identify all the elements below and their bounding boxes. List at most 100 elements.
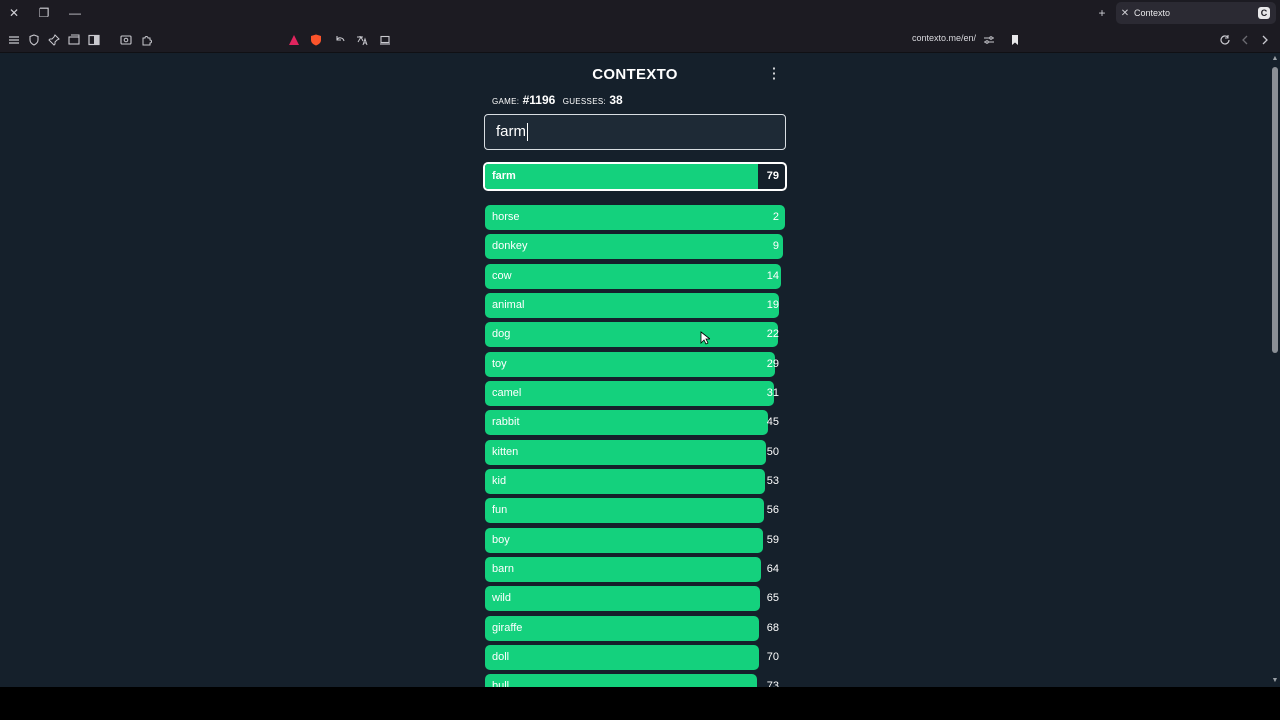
- undo-icon[interactable]: [332, 32, 348, 48]
- site-settings-icon[interactable]: [981, 32, 997, 48]
- guess-rank: 31: [766, 386, 779, 399]
- guess-rank: 50: [766, 445, 779, 458]
- tabs-icon[interactable]: [66, 32, 82, 48]
- guess-similarity-bar: [485, 439, 767, 465]
- guess-input-value: farm: [496, 123, 526, 140]
- guess-rank: 73: [766, 680, 779, 687]
- guess-word: donkey: [492, 240, 528, 253]
- sidebar-icon[interactable]: [86, 32, 102, 48]
- guess-similarity-bar: [485, 351, 775, 377]
- last-guess-rank: 79: [766, 170, 779, 182]
- guess-rank: 59: [766, 533, 779, 546]
- page-scrollbar[interactable]: ▲ ▼: [1270, 53, 1280, 687]
- guess-word: rabbit: [492, 416, 520, 429]
- laptop-icon[interactable]: [377, 32, 393, 48]
- text-cursor: [527, 123, 528, 142]
- page-title: CONTEXTO: [592, 66, 678, 83]
- guess-word: cow: [492, 269, 512, 282]
- guess-similarity-bar: [485, 615, 760, 641]
- back-icon[interactable]: [1237, 32, 1253, 48]
- guess-row: boy 59: [485, 527, 785, 553]
- game-number: #1196: [522, 93, 556, 107]
- capture-icon[interactable]: [118, 32, 134, 48]
- guess-row: wild 65: [485, 586, 785, 612]
- minimize-window-icon[interactable]: —: [65, 4, 85, 22]
- guess-row: kitten 50: [485, 439, 785, 465]
- forward-icon[interactable]: [1257, 32, 1273, 48]
- guess-rank: 56: [766, 504, 779, 517]
- guess-word: giraffe: [492, 621, 523, 634]
- tab-close-icon[interactable]: ✕: [1116, 8, 1134, 19]
- guess-word: doll: [492, 650, 510, 663]
- guess-row: donkey 9: [485, 234, 785, 260]
- guess-row: barn 64: [485, 556, 785, 582]
- close-window-icon[interactable]: ✕: [4, 4, 24, 22]
- scrollbar-thumb[interactable]: [1272, 67, 1278, 353]
- pin-icon[interactable]: [46, 32, 62, 48]
- guess-row: camel 31: [485, 380, 785, 406]
- tab-favicon-icon: C: [1258, 7, 1270, 19]
- scroll-down-icon[interactable]: ▼: [1271, 677, 1279, 685]
- guess-word: bull: [492, 680, 510, 687]
- guess-word: camel: [492, 386, 522, 399]
- address-bar[interactable]: contexto.me/en/: [880, 33, 976, 47]
- restore-window-icon[interactable]: ❐: [34, 4, 54, 22]
- translate-icon[interactable]: [354, 32, 370, 48]
- guess-word: animal: [492, 298, 525, 311]
- guess-word: dog: [492, 328, 511, 341]
- rewards-icon[interactable]: [286, 32, 302, 48]
- guess-rank: 70: [766, 650, 779, 663]
- guess-word: wild: [492, 592, 511, 605]
- last-guess-row: farm 79: [483, 162, 787, 191]
- guess-word: toy: [492, 357, 507, 370]
- guess-rank: 9: [772, 240, 779, 253]
- browser-toolbar: contexto.me/en/: [0, 27, 1280, 53]
- guess-word: horse: [492, 211, 520, 223]
- guess-similarity-bar: [485, 410, 769, 436]
- guess-list: horse 2 donkey 9 cow 14 animal 19 dog 22 toy 29 came…: [485, 205, 785, 687]
- guesses-count: 38: [609, 93, 623, 107]
- last-guess-bar: [485, 164, 758, 189]
- menu-icon[interactable]: [6, 32, 22, 48]
- shield-icon[interactable]: [26, 32, 42, 48]
- guess-rank: 22: [766, 328, 779, 341]
- guess-rank: 45: [766, 416, 779, 429]
- guess-row: kid 53: [485, 468, 785, 494]
- guess-rank: 19: [766, 298, 779, 311]
- game-label: GAME:: [492, 97, 520, 106]
- guess-similarity-bar: [485, 292, 779, 318]
- guess-row: cow 14: [485, 263, 785, 289]
- guess-similarity-bar: [485, 234, 783, 260]
- guesses-label: GUESSES:: [562, 97, 606, 106]
- more-options-icon[interactable]: ⋮: [766, 66, 782, 82]
- guess-row: fun 56: [485, 498, 785, 524]
- guess-similarity-bar: [485, 527, 763, 553]
- guess-similarity-bar: [485, 586, 761, 612]
- brave-shield-icon[interactable]: [308, 32, 324, 48]
- guess-similarity-bar: [485, 498, 764, 524]
- guess-rank: 68: [766, 621, 779, 634]
- reload-icon[interactable]: [1217, 32, 1233, 48]
- guess-word: kitten: [492, 445, 519, 458]
- guess-similarity-bar: [485, 263, 781, 289]
- bottom-bar: [0, 687, 1280, 720]
- guess-row: giraffe 68: [485, 615, 785, 641]
- guess-input[interactable]: farm: [484, 114, 786, 150]
- guess-row: toy 29: [485, 351, 785, 377]
- guess-similarity-bar: [485, 468, 766, 494]
- guess-similarity-bar: [485, 205, 785, 230]
- bookmark-icon[interactable]: [1007, 32, 1023, 48]
- guess-similarity-bar: [485, 322, 778, 348]
- tab-title: Contexto: [1134, 8, 1171, 18]
- guess-row: bull 73: [485, 674, 785, 687]
- guess-row: rabbit 45: [485, 410, 785, 436]
- extensions-icon[interactable]: [139, 32, 155, 48]
- guess-similarity-bar: [485, 674, 758, 687]
- scroll-up-icon[interactable]: ▲: [1271, 55, 1279, 63]
- page-content: CONTEXTO ⋮ GAME: #1196 GUESSES: 38 farm …: [0, 53, 1280, 687]
- new-tab-icon[interactable]: +: [1092, 4, 1112, 22]
- guess-similarity-bar: [485, 380, 774, 406]
- guess-word: barn: [492, 562, 515, 575]
- tab-contexto[interactable]: ✕ Contexto C: [1116, 2, 1276, 24]
- guess-rank: 65: [766, 592, 779, 605]
